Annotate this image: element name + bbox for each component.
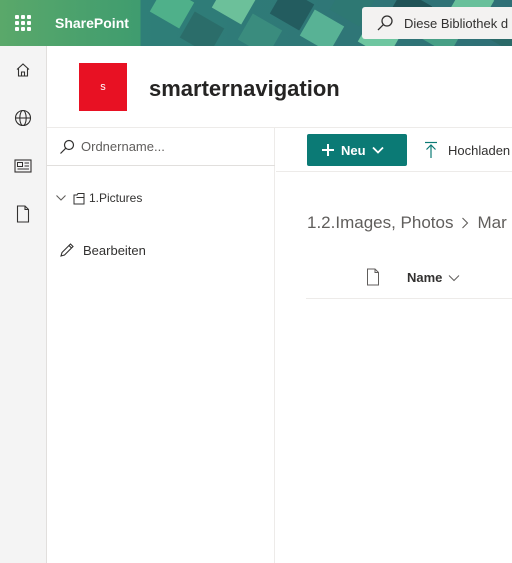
- folder-tree-icon: [73, 192, 85, 205]
- app-bar-sites[interactable]: [0, 94, 46, 142]
- new-button-label: Neu: [341, 142, 366, 158]
- tree-item-label: 1.Pictures: [89, 191, 143, 205]
- globe-icon: [14, 109, 32, 127]
- edit-link-label: Bearbeiten: [83, 242, 146, 258]
- waffle-icon: [15, 15, 31, 31]
- search-icon: [59, 139, 75, 155]
- edit-navigation-link[interactable]: Bearbeiten: [59, 238, 146, 262]
- chevron-down-icon: [371, 145, 384, 155]
- name-column-label: Name: [407, 270, 443, 285]
- breadcrumb-item[interactable]: 1.2.Images, Photos: [307, 213, 453, 233]
- tree-item-pictures[interactable]: 1.Pictures: [55, 186, 142, 210]
- app-bar-files[interactable]: [0, 190, 46, 238]
- app-bar: [0, 46, 47, 563]
- folder-search-box[interactable]: [47, 128, 275, 166]
- pencil-icon: [59, 242, 75, 258]
- breadcrumb: 1.2.Images, Photos Mar: [307, 211, 507, 235]
- upload-button[interactable]: Hochladen: [424, 134, 510, 166]
- plus-icon: [321, 143, 335, 157]
- app-launcher-button[interactable]: [0, 0, 46, 46]
- search-icon: [376, 14, 394, 32]
- news-icon: [14, 159, 32, 173]
- file-type-column-icon[interactable]: [366, 268, 380, 286]
- name-column-header[interactable]: Name: [407, 270, 460, 285]
- site-title[interactable]: smarternavigation: [149, 76, 340, 102]
- chevron-right-icon: [461, 217, 469, 229]
- chevron-down-icon: [448, 274, 460, 282]
- folder-search-input[interactable]: [81, 139, 261, 154]
- breadcrumb-item[interactable]: Mar: [477, 213, 506, 233]
- chevron-down-icon[interactable]: [55, 192, 67, 204]
- app-name[interactable]: SharePoint: [55, 15, 129, 31]
- app-bar-news[interactable]: [0, 142, 46, 190]
- suite-bar: SharePoint Diese Bibliothek d: [0, 0, 512, 46]
- upload-icon: [424, 141, 438, 159]
- site-logo[interactable]: s: [79, 63, 127, 111]
- library-search-box[interactable]: Diese Bibliothek d: [362, 7, 512, 39]
- site-logo-letter: s: [100, 81, 106, 93]
- upload-button-label: Hochladen: [448, 142, 511, 158]
- library-search-placeholder: Diese Bibliothek d: [404, 15, 509, 31]
- app-bar-home[interactable]: [0, 46, 46, 94]
- command-bar: Neu Hochladen: [276, 128, 512, 172]
- document-icon: [16, 205, 30, 223]
- list-column-header: Name: [306, 258, 512, 299]
- new-button[interactable]: Neu: [307, 134, 407, 166]
- home-icon: [15, 62, 31, 78]
- folder-navigation-pane: 1.Pictures Bearbeiten: [47, 128, 275, 563]
